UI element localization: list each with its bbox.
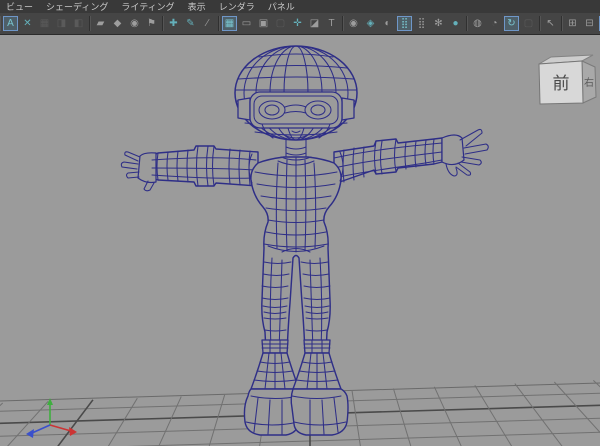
maya-viewport-panel: ビュー シェーディング ライティング 表示 レンダラ パネル A✕▦◨◧▰◆◉⚑… bbox=[0, 0, 600, 446]
snap-point-icon[interactable]: ◧ bbox=[71, 16, 86, 31]
view-cube-front-label: 前 bbox=[553, 74, 570, 93]
select-highlight-toggle[interactable]: A bbox=[3, 16, 18, 31]
exposure-toggle-icon[interactable]: ↻ bbox=[504, 16, 519, 31]
view-cube-side-label: 右 bbox=[584, 76, 594, 89]
resolution-gate-icon[interactable]: ✛ bbox=[290, 16, 305, 31]
isolate-select-icon[interactable]: ◍ bbox=[470, 16, 485, 31]
torso-and-legs bbox=[249, 152, 343, 352]
toolbar-group: ✚✎∕ bbox=[163, 16, 219, 31]
toolbar-group: ⊞⊟✎ bbox=[562, 16, 600, 31]
panel-menu-bar: ビュー シェーディング ライティング 表示 レンダラ パネル bbox=[0, 0, 600, 13]
camera-pan-icon[interactable]: ◆ bbox=[110, 16, 125, 31]
axis-gizmo bbox=[26, 398, 77, 438]
right-arm bbox=[334, 129, 488, 184]
wheel-display-icon[interactable]: ◉ bbox=[346, 16, 361, 31]
lighting-display-icon[interactable]: ▢ bbox=[273, 16, 288, 31]
left-boot bbox=[244, 340, 300, 435]
view-cube[interactable]: 前 右 bbox=[536, 54, 600, 110]
menu-lighting[interactable]: ライティング bbox=[121, 0, 174, 13]
film-gate-icon[interactable]: ◪ bbox=[307, 16, 322, 31]
right-boot bbox=[291, 340, 348, 435]
left-arm bbox=[121, 146, 258, 191]
snap-curve-icon[interactable]: ◨ bbox=[54, 16, 69, 31]
toolbar-group: ↖ bbox=[540, 16, 562, 31]
toolbar-group: A✕▦◨◧ bbox=[0, 16, 90, 31]
bookmark-icon[interactable]: ⚑ bbox=[144, 16, 159, 31]
gamma-toggle-icon[interactable]: ▢ bbox=[521, 16, 536, 31]
character-wireframe-mesh[interactable] bbox=[121, 46, 488, 435]
camera-attributes-icon[interactable]: ◉ bbox=[127, 16, 142, 31]
toolbar-group: ▦▭▣▢✛◪T bbox=[219, 16, 343, 31]
menu-panels[interactable]: パネル bbox=[268, 0, 295, 13]
menu-show[interactable]: 表示 bbox=[188, 0, 206, 13]
cursor-context-icon[interactable]: ↖ bbox=[543, 16, 558, 31]
layout-four-pane-icon[interactable]: ⊟ bbox=[582, 16, 597, 31]
wireframe-display-icon[interactable]: ▦ bbox=[222, 16, 237, 31]
menu-shading[interactable]: シェーディング bbox=[46, 0, 108, 13]
snap-grid-icon[interactable]: ▦ bbox=[37, 16, 52, 31]
toolbar-group: ◉◈◐⣿⣿✻● bbox=[343, 16, 467, 31]
marquee-select-icon[interactable]: ✕ bbox=[20, 16, 35, 31]
texture-grid-off-icon[interactable]: ⣿ bbox=[414, 16, 429, 31]
perspective-viewport[interactable]: 前 右 bbox=[0, 35, 600, 446]
toolbar-group: ▰◆◉⚑ bbox=[90, 16, 163, 31]
panel-toolbar: A✕▦◨◧▰◆◉⚑✚✎∕▦▭▣▢✛◪T◉◈◐⣿⣿✻●◍◔↻▢↖⊞⊟✎↺0.00◑ bbox=[0, 13, 600, 35]
menu-view[interactable]: ビュー bbox=[6, 0, 33, 13]
texture-grid-on-icon[interactable]: ⣿ bbox=[397, 16, 412, 31]
select-camera-icon[interactable]: ▰ bbox=[93, 16, 108, 31]
grease-pencil-icon[interactable]: ✎ bbox=[183, 16, 198, 31]
default-material-icon[interactable]: ◈ bbox=[363, 16, 378, 31]
layout-single-pane-icon[interactable]: ⊞ bbox=[565, 16, 580, 31]
xray-display-icon[interactable]: ● bbox=[448, 16, 463, 31]
toolbar-group: ◍◔↻▢ bbox=[467, 16, 540, 31]
use-all-lights-icon[interactable]: ✻ bbox=[431, 16, 446, 31]
menu-renderer[interactable]: レンダラ bbox=[219, 0, 255, 13]
plane-mode-icon[interactable]: ◔ bbox=[487, 16, 502, 31]
field-chart-icon[interactable]: T bbox=[324, 16, 339, 31]
shaded-display-icon[interactable]: ▭ bbox=[239, 16, 254, 31]
pencil-slash-icon[interactable]: ∕ bbox=[200, 16, 215, 31]
shadow-display-icon[interactable]: ◐ bbox=[380, 16, 395, 31]
image-plane-icon[interactable]: ✚ bbox=[166, 16, 181, 31]
textured-display-icon[interactable]: ▣ bbox=[256, 16, 271, 31]
